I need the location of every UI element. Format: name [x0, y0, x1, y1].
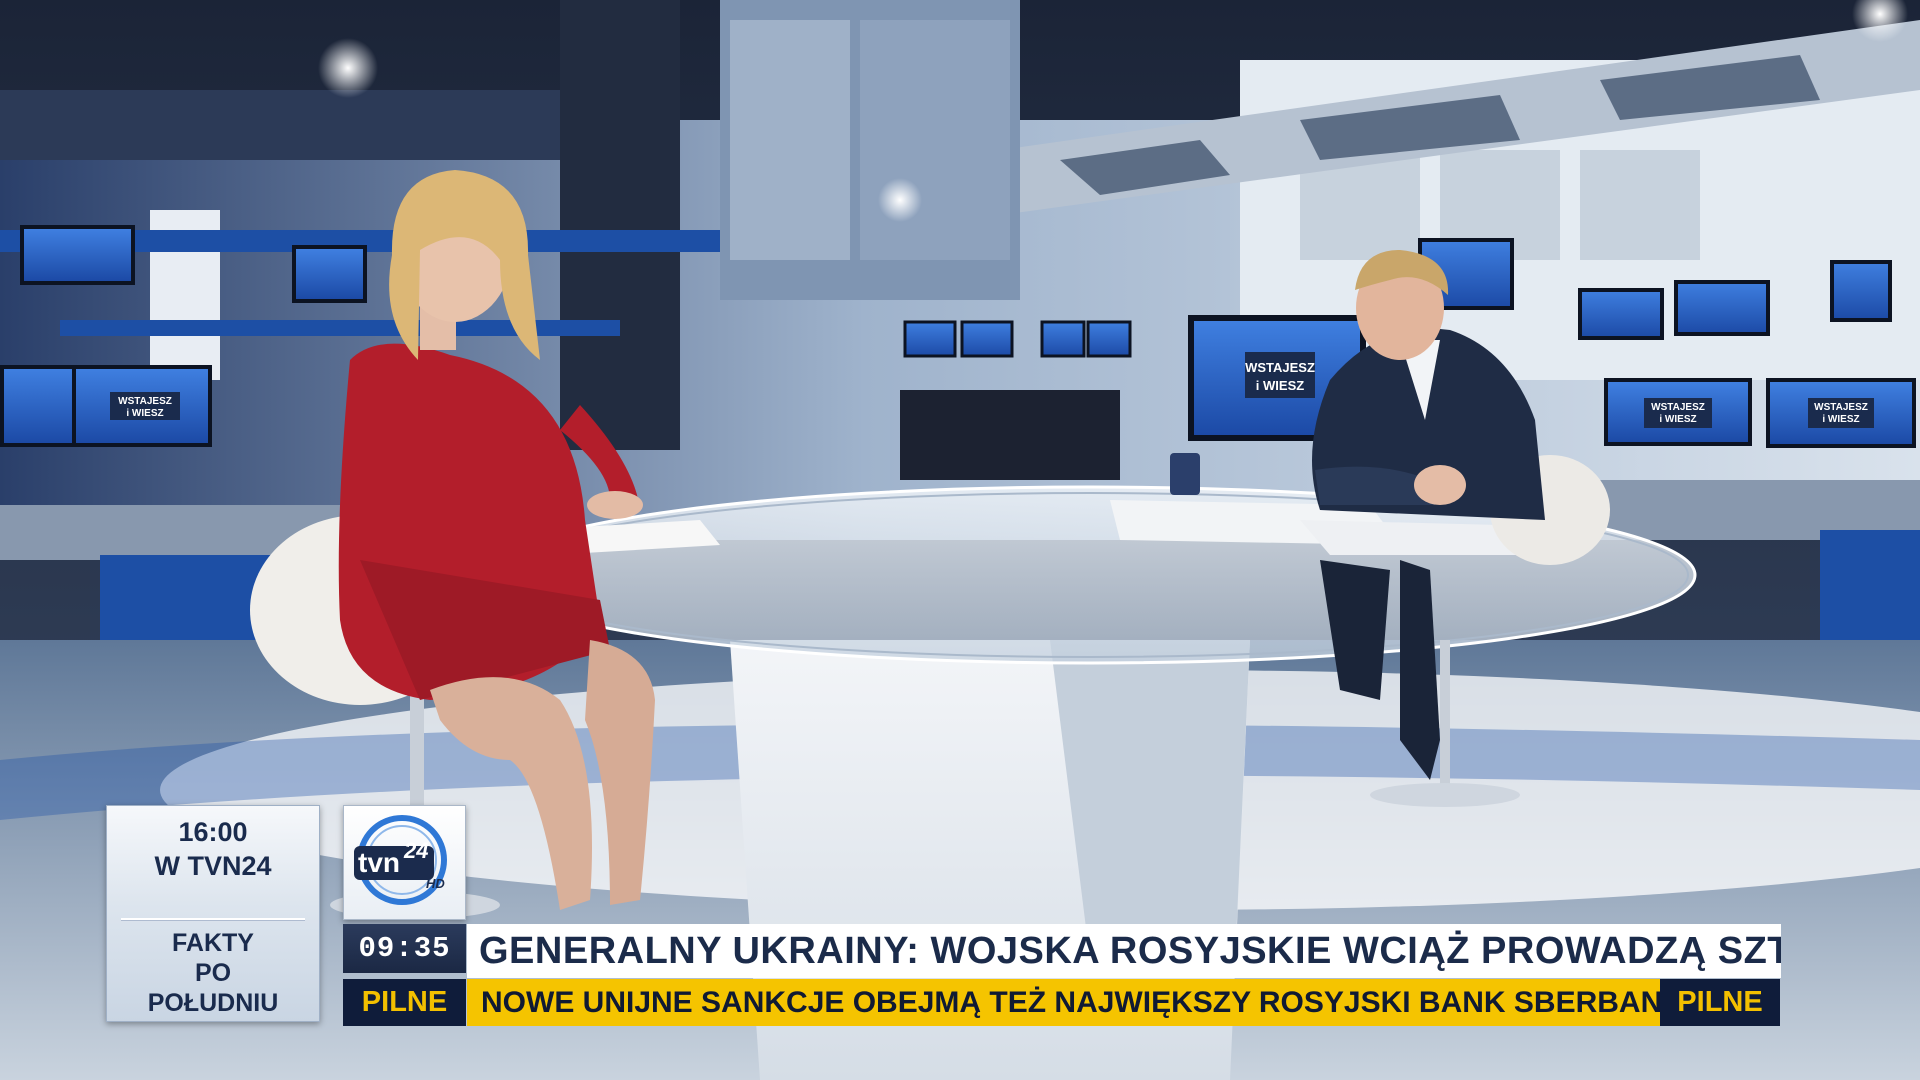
- monitor-label-line2: i WIESZ: [126, 408, 163, 419]
- promo-show-line-3: POŁUDNIU: [147, 989, 279, 1017]
- ticker-text: NOWE UNIJNE SANKCJE OBEJMĄ TEŻ NAJWIĘKSZ…: [467, 979, 1660, 1026]
- far-right-monitor-label-line2: i WIESZ: [1822, 414, 1859, 425]
- ticker-badge-right: PILNE: [1660, 979, 1780, 1026]
- far-right-monitor-label-line1: WSTAJESZ: [1814, 402, 1868, 413]
- ticker-badge-left: PILNE: [343, 979, 466, 1026]
- right-monitor-label-line1: WSTAJESZ: [1651, 402, 1705, 413]
- promo-show-line-2: PO: [194, 959, 232, 987]
- right-monitor-label-line2: i WIESZ: [1659, 414, 1696, 425]
- headline-bar: GENERALNY UKRAINY: WOJSKA ROSYJSKIE WCIĄ…: [467, 924, 1781, 978]
- promo-show-title: FAKTY PO POŁUDNIU: [107, 928, 319, 1018]
- promo-time: 16:00: [178, 817, 248, 847]
- logo-suffix: HD: [426, 876, 445, 891]
- logo-number: 24: [403, 838, 428, 863]
- promo-channel: W TVN24: [154, 851, 272, 881]
- logo-brand: tvn: [358, 847, 400, 878]
- upcoming-show-promo: 16:00 W TVN24 FAKTY PO POŁUDNIU: [106, 805, 320, 1022]
- promo-show-line-1: FAKTY: [172, 929, 254, 957]
- center-monitor-label-line1: WSTAJESZ: [1245, 360, 1315, 375]
- monitor-label-line1: WSTAJESZ: [118, 396, 172, 407]
- tvn24-logo: tvn 24 HD: [343, 805, 466, 920]
- center-monitor-label-line2: i WIESZ: [1256, 378, 1304, 393]
- clock: 09:35: [343, 924, 466, 973]
- tvn24-logo-graphic: tvn 24 HD: [354, 815, 447, 905]
- promo-divider: [121, 918, 305, 920]
